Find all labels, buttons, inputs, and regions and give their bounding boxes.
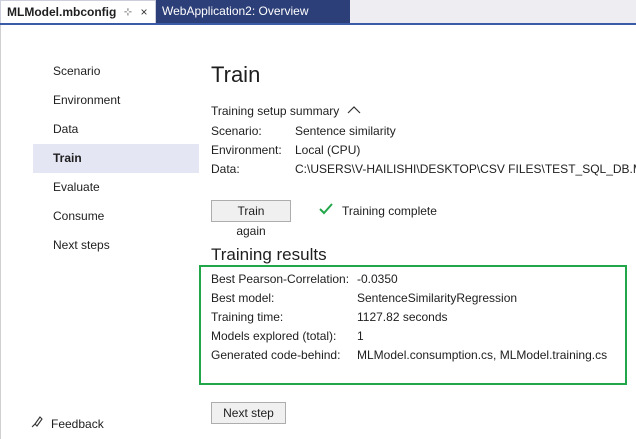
- result-key: Best Pearson-Correlation:: [211, 272, 350, 286]
- feedback-link[interactable]: Feedback: [31, 414, 104, 432]
- tab-webapplication2-overview[interactable]: WebApplication2: Overview: [156, 0, 350, 23]
- setup-key: Environment:: [211, 143, 282, 157]
- nav-item-scenario[interactable]: Scenario: [33, 57, 199, 86]
- chevron-up-icon: [347, 102, 361, 120]
- setup-value: C:\USERS\V-HAILISHI\DESKTOP\CSV FILES\TE…: [295, 162, 636, 176]
- result-value: MLModel.consumption.cs, MLModel.training…: [357, 348, 608, 362]
- nav-item-train[interactable]: Train: [33, 144, 199, 173]
- nav-item-environment[interactable]: Environment: [33, 86, 199, 115]
- setup-summary-label: Training setup summary: [211, 104, 340, 118]
- page-title: Train: [211, 62, 261, 87]
- training-status: Training complete: [318, 202, 437, 220]
- next-step-button[interactable]: Next step: [211, 402, 286, 424]
- tab-mlmodel-mbconfig[interactable]: MLModel.mbconfig ⊹ ×: [0, 0, 156, 23]
- train-again-button[interactable]: Train again: [211, 200, 291, 238]
- window-border: [0, 25, 1, 439]
- setup-summary-toggle[interactable]: Training setup summary: [211, 102, 361, 120]
- close-icon[interactable]: ×: [138, 1, 150, 24]
- result-key: Models explored (total):: [211, 329, 337, 343]
- result-value: -0.0350: [357, 272, 398, 286]
- setup-value: Local (CPU): [295, 143, 361, 157]
- result-key: Best model:: [211, 291, 275, 305]
- nav-item-evaluate[interactable]: Evaluate: [33, 173, 199, 202]
- result-value: 1127.82 seconds: [357, 310, 448, 324]
- result-value: 1: [357, 329, 364, 343]
- setup-key: Data:: [211, 162, 240, 176]
- result-key: Generated code-behind:: [211, 348, 341, 362]
- tab-label: WebApplication2: Overview: [162, 4, 309, 18]
- nav-item-next-steps[interactable]: Next steps: [33, 231, 199, 260]
- results-heading: Training results: [211, 245, 327, 264]
- wizard-nav: Scenario Environment Data Train Evaluate…: [33, 57, 199, 260]
- setup-value: Sentence similarity: [295, 124, 396, 138]
- result-value: SentenceSimilarityRegression: [357, 291, 518, 305]
- document-tab-strip: MLModel.mbconfig ⊹ × WebApplication2: Ov…: [0, 0, 636, 25]
- feedback-label: Feedback: [51, 417, 104, 431]
- tab-label: MLModel.mbconfig: [7, 5, 117, 19]
- feedback-icon: [31, 414, 45, 433]
- result-key: Training time:: [211, 310, 284, 324]
- setup-key: Scenario:: [211, 124, 262, 138]
- nav-item-consume[interactable]: Consume: [33, 202, 199, 231]
- check-icon: [318, 202, 334, 221]
- pin-icon[interactable]: ⊹: [122, 1, 134, 24]
- nav-item-data[interactable]: Data: [33, 115, 199, 144]
- status-label: Training complete: [342, 204, 437, 218]
